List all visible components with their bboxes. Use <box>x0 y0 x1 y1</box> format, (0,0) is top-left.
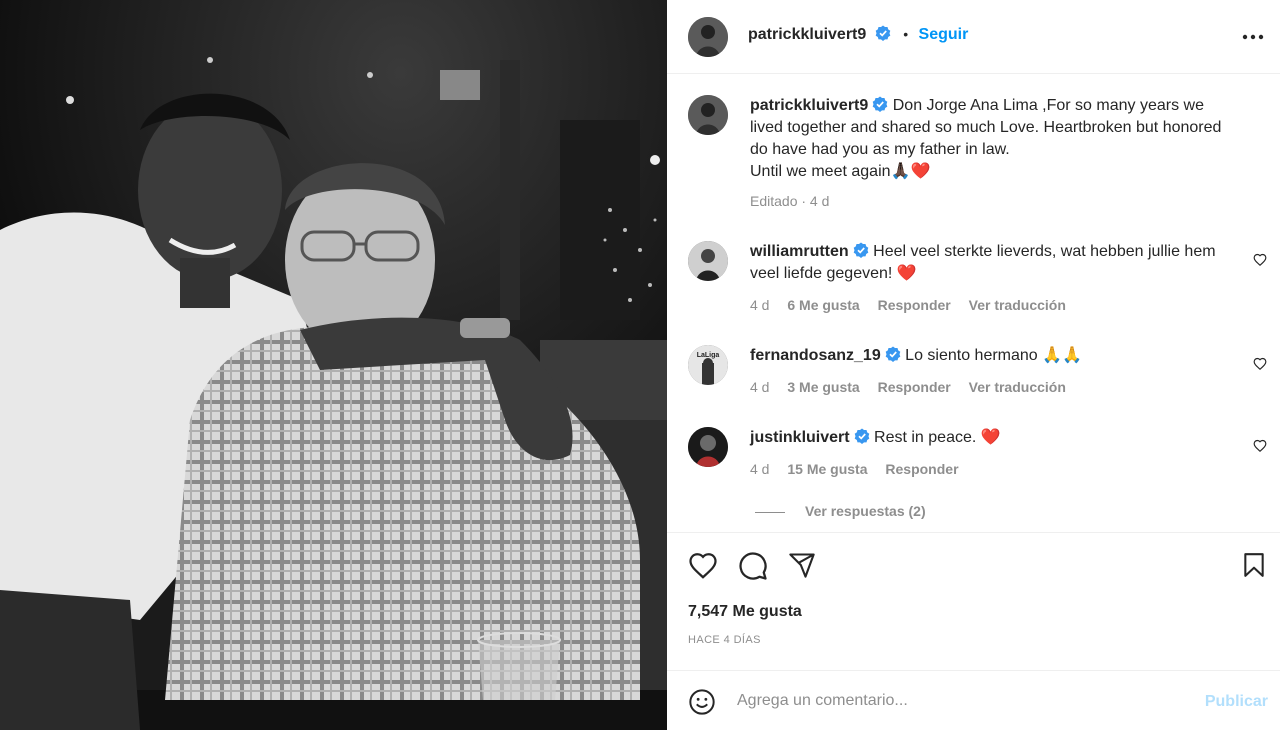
comment-composer: Publicar <box>667 670 1280 730</box>
comment-likes[interactable]: 15 Me gusta <box>787 461 867 477</box>
comment-username[interactable]: williamrutten <box>750 243 849 260</box>
verified-icon <box>853 242 868 258</box>
verified-icon <box>885 346 901 362</box>
comment-meta: 4 d 3 Me gusta Responder Ver traducción <box>750 379 1080 395</box>
comment-age: 4 d <box>750 461 770 477</box>
post-actions: 7,547 Me gusta HACE 4 DÍAS <box>667 532 1280 670</box>
comment-username[interactable]: fernandosanz_19 <box>750 347 881 364</box>
verified-icon <box>854 428 869 444</box>
comment-body: Lo siento hermano 🙏🙏 <box>905 347 1082 364</box>
comment-item: justinkluivert Rest in peace. ❤️ 4 d 15 … <box>687 427 1267 487</box>
commenter-avatar[interactable]: LaLiga <box>688 345 728 385</box>
comment-item: williamrutten Heel veel sterkte lieverds… <box>687 241 1267 321</box>
verified-icon <box>875 25 891 41</box>
publish-button[interactable]: Publicar <box>1205 693 1268 711</box>
post-photo[interactable] <box>0 0 667 730</box>
comment-text: fernandosanz_19 Lo siento hermano 🙏🙏 <box>750 345 1235 367</box>
comment-input[interactable] <box>737 689 1177 713</box>
caption-avatar[interactable] <box>688 95 728 135</box>
header-separator: • <box>903 26 909 42</box>
commenter-avatar[interactable] <box>688 427 728 467</box>
comment-meta: 4 d 15 Me gusta Responder <box>750 461 973 477</box>
save-icon[interactable] <box>1241 551 1267 579</box>
comment-age: 4 d <box>750 379 770 395</box>
like-icon[interactable] <box>688 551 718 581</box>
follow-button[interactable]: Seguir <box>919 26 969 43</box>
post-detail-panel: patrickkluivert9 • Seguir patrickkluiver… <box>667 0 1280 730</box>
author-avatar[interactable] <box>688 17 728 57</box>
photo-image <box>0 0 667 730</box>
caption-username[interactable]: patrickkluivert9 <box>750 97 868 114</box>
comment-username[interactable]: justinkluivert <box>750 429 850 446</box>
more-icon[interactable] <box>1242 26 1264 48</box>
comment-like-icon[interactable] <box>1253 357 1267 371</box>
reply-button[interactable]: Responder <box>878 379 951 395</box>
comment-like-icon[interactable] <box>1253 439 1267 453</box>
replies-line <box>755 511 785 513</box>
comment-item: LaLiga fernandosanz_19 Lo siento hermano… <box>687 345 1267 405</box>
likes-count[interactable]: 7,547 Me gusta <box>688 603 802 621</box>
comment-likes[interactable]: 6 Me gusta <box>787 297 859 313</box>
comment-likes[interactable]: 3 Me gusta <box>787 379 859 395</box>
reply-button[interactable]: Responder <box>885 461 958 477</box>
post-time[interactable]: HACE 4 DÍAS <box>688 634 761 646</box>
caption-body-line2: Until we meet again🙏🏿❤️ <box>750 163 931 180</box>
comment-meta: 4 d 6 Me gusta Responder Ver traducción <box>750 297 1080 313</box>
view-replies-label: Ver respuestas (2) <box>805 503 926 519</box>
caption-text: patrickkluivert9 Don Jorge Ana Lima ,For… <box>750 95 1235 183</box>
commenter-avatar[interactable] <box>688 241 728 281</box>
share-icon[interactable] <box>788 551 816 579</box>
comment-text: justinkluivert Rest in peace. ❤️ <box>750 427 1235 449</box>
comments-list[interactable]: patrickkluivert9 Don Jorge Ana Lima ,For… <box>667 75 1280 532</box>
svg-text:LaLiga: LaLiga <box>697 352 720 359</box>
reply-button[interactable]: Responder <box>878 297 951 313</box>
comment-icon[interactable] <box>738 551 768 581</box>
comment-like-icon[interactable] <box>1253 253 1267 267</box>
translate-button[interactable]: Ver traducción <box>969 379 1066 395</box>
caption-item: patrickkluivert9 Don Jorge Ana Lima ,For… <box>687 95 1257 215</box>
comment-text: williamrutten Heel veel sterkte lieverds… <box>750 241 1235 285</box>
emoji-icon[interactable] <box>688 688 716 716</box>
comment-age: 4 d <box>750 297 770 313</box>
comment-body: Rest in peace. ❤️ <box>874 429 1001 446</box>
post-header: patrickkluivert9 • Seguir <box>667 0 1280 74</box>
view-replies-button[interactable]: Ver respuestas (2) <box>755 503 926 519</box>
verified-icon <box>872 96 888 112</box>
author-username[interactable]: patrickkluivert9 <box>748 26 866 43</box>
translate-button[interactable]: Ver traducción <box>969 297 1066 313</box>
header-user-line: patrickkluivert9 • Seguir <box>748 25 968 44</box>
caption-meta: Editado · 4 d <box>750 193 830 209</box>
